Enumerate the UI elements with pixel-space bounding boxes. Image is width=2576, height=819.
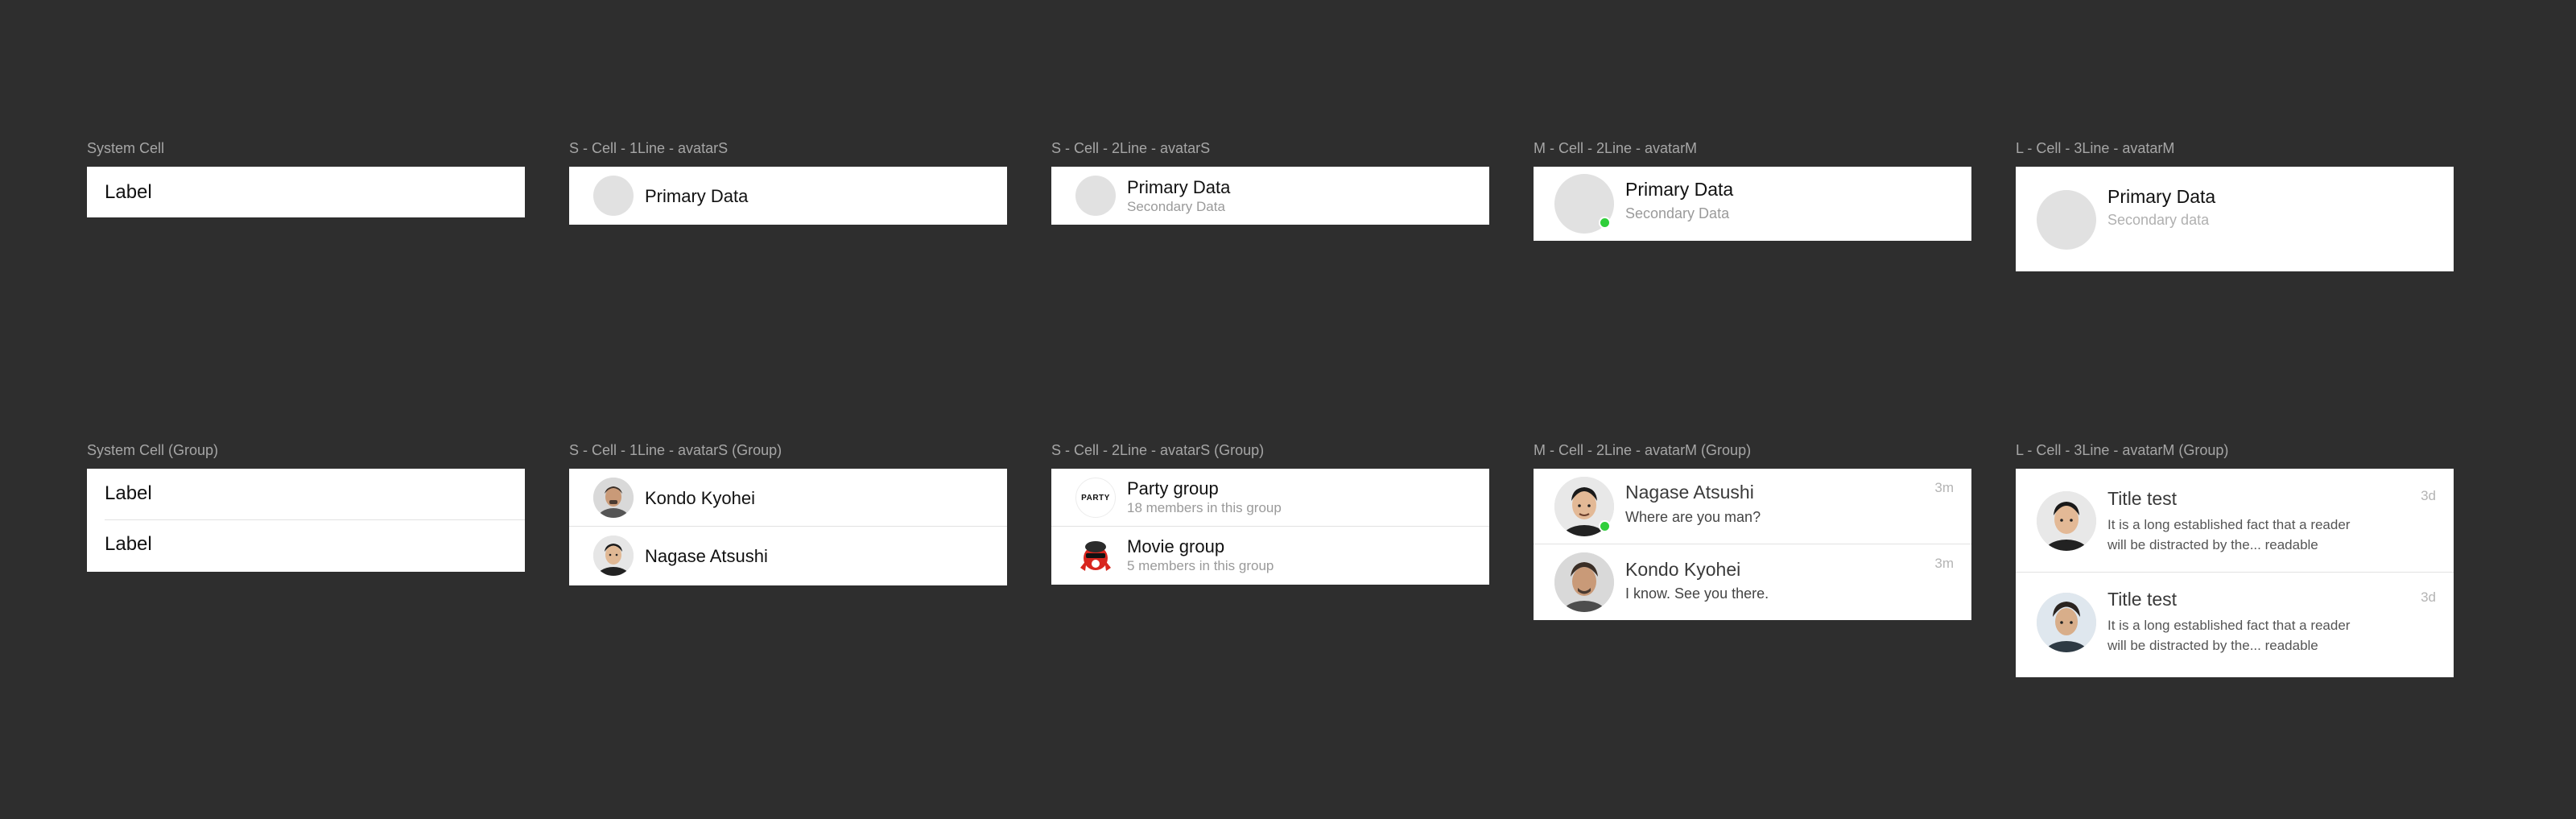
m-cell-2line-group-card: Nagase Atsushi Where are you man? 3m Kon… [1534,469,1971,620]
user-name: Nagase Atsushi [1625,482,1754,503]
s-cell-2line-card: Primary Data Secondary Data [1051,167,1489,225]
avatar-placeholder [2037,190,2096,250]
user-avatar [593,536,634,576]
secondary-text: Secondary Data [1625,205,1730,221]
s-cell-1line[interactable]: Nagase Atsushi [569,527,1007,585]
item-body-line: will be distracted by the... readable [2107,638,2318,653]
m-cell-2line[interactable]: Nagase Atsushi Where are you man? 3m [1534,469,1971,544]
s-cell-1line-group-frame: S - Cell - 1Line - avatarS (Group) Kondo… [569,442,1007,585]
s-cell-2line-group-card: PARTY Party group 18 members in this gro… [1051,469,1489,585]
party-logo-icon: PARTY [1075,478,1116,518]
item-title: Title test [2107,488,2178,509]
group-members: 5 members in this group [1127,558,1274,573]
user-avatar [1554,552,1614,612]
l-cell-3line-card: Primary Data Secondary data [2016,167,2454,271]
secondary-text: Secondary data [2107,212,2210,228]
user-avatar [593,478,634,518]
l-cell-3line[interactable]: Title test It is a long established fact… [2016,573,2454,677]
item-body-line: It is a long established fact that a rea… [2107,517,2351,532]
frame-title: S - Cell - 2Line - avatarS (Group) [1051,442,1265,458]
frame-title: System Cell [87,140,165,156]
system-cell-group-frame: System Cell (Group) Label Label [87,442,525,572]
cell-label: Label [105,482,152,504]
l-cell-3line-group-card: Title test It is a long established fact… [2016,469,2454,677]
cell-label: Label [105,181,152,203]
online-status-indicator [1599,217,1611,229]
frame-title: S - Cell - 1Line - avatarS [569,140,729,156]
m-cell-2line[interactable]: Kondo Kyohei I know. See you there. 3m [1534,544,1971,620]
l-cell-3line[interactable]: Primary Data Secondary data [2016,167,2454,271]
frame-title: M - Cell - 2Line - avatarM [1534,140,1698,156]
system-cell-card: Label [87,167,525,217]
l-cell-3line-frame: L - Cell - 3Line - avatarM Primary Data … [2016,140,2454,271]
user-name: Kondo Kyohei [1625,559,1741,580]
user-avatar [2037,491,2096,551]
s-cell-2line-group-frame: S - Cell - 2Line - avatarS (Group) PARTY… [1051,442,1489,585]
primary-text: Primary Data [2107,186,2216,207]
item-title: Title test [2107,589,2178,610]
cell-label: Label [105,533,152,555]
online-status-indicator [1599,520,1611,532]
s-cell-2line[interactable]: Primary Data Secondary Data [1051,167,1489,225]
l-cell-3line[interactable]: Title test It is a long established fact… [2016,469,2454,573]
item-time: 3d [2421,589,2436,605]
frame-title: S - Cell - 1Line - avatarS (Group) [569,442,782,458]
frame-title: S - Cell - 2Line - avatarS [1051,140,1211,156]
group-name: Movie group [1127,536,1225,556]
system-cell-frame: System Cell Label [87,140,525,217]
m-cell-2line[interactable]: Primary Data Secondary Data [1534,167,1971,241]
movie-group-icon [1075,536,1116,576]
primary-text: Primary Data [1625,179,1734,200]
m-cell-2line-group-frame: M - Cell - 2Line - avatarM (Group) Nagas… [1534,442,1971,620]
system-cell[interactable]: Label [87,520,525,572]
s-cell-1line-frame: S - Cell - 1Line - avatarS Primary Data [569,140,1007,225]
frame-title: M - Cell - 2Line - avatarM (Group) [1534,442,1752,458]
last-message: I know. See you there. [1625,585,1769,602]
primary-text: Primary Data [645,186,749,206]
group-members: 18 members in this group [1127,500,1282,515]
last-message: Where are you man? [1625,509,1761,525]
primary-text: Primary Data [1127,177,1231,197]
s-cell-1line[interactable]: Primary Data [569,167,1007,225]
user-name: Nagase Atsushi [645,546,768,566]
s-cell-1line-card: Primary Data [569,167,1007,225]
s-cell-2line-frame: S - Cell - 2Line - avatarS Primary Data … [1051,140,1489,225]
message-time: 3m [1934,480,1954,495]
s-cell-2line[interactable]: PARTY Party group 18 members in this gro… [1051,469,1489,527]
m-cell-2line-card: Primary Data Secondary Data [1534,167,1971,241]
system-cell[interactable]: Label [87,167,525,217]
user-avatar [2037,593,2096,652]
s-cell-1line[interactable]: Kondo Kyohei [569,469,1007,527]
item-body-line: will be distracted by the... readable [2107,537,2318,552]
frame-title: L - Cell - 3Line - avatarM [2016,140,2175,156]
item-time: 3d [2421,488,2436,503]
avatar-placeholder [1075,176,1116,216]
s-cell-2line[interactable]: Movie group 5 members in this group [1051,527,1489,585]
m-cell-2line-frame: M - Cell - 2Line - avatarM Primary Data … [1534,140,1971,241]
frame-title: L - Cell - 3Line - avatarM (Group) [2016,442,2229,458]
system-cell-group-card: Label Label [87,469,525,572]
item-body-line: It is a long established fact that a rea… [2107,618,2351,633]
user-name: Kondo Kyohei [645,488,755,508]
frame-title: System Cell (Group) [87,442,219,458]
secondary-text: Secondary Data [1127,199,1225,214]
system-cell[interactable]: Label [87,469,525,520]
message-time: 3m [1934,556,1954,571]
group-name: Party group [1127,478,1219,498]
s-cell-1line-group-card: Kondo Kyohei Nagase Atsushi [569,469,1007,585]
l-cell-3line-group-frame: L - Cell - 3Line - avatarM (Group) Title… [2016,442,2454,677]
avatar-placeholder [593,176,634,216]
